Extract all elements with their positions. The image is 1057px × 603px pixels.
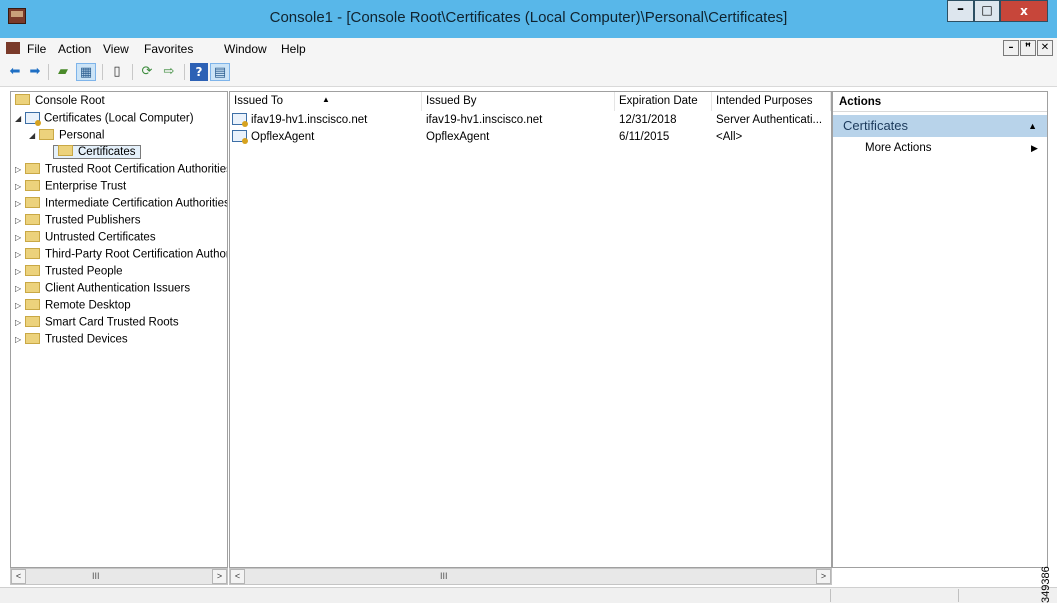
folder-icon — [25, 333, 40, 344]
tree-item-store[interactable]: ▷Third-Party Root Certification Authorit… — [15, 246, 227, 263]
more-actions-link[interactable]: More Actions — [865, 139, 931, 157]
tree-item-store[interactable]: ▷ Client Authentication Issuers — [15, 280, 190, 297]
column-header-issued-by[interactable]: Issued By — [422, 92, 615, 111]
expand-arrow-icon[interactable]: ▷ — [15, 229, 25, 246]
expand-arrow-icon[interactable]: ▷ — [15, 195, 25, 212]
export-list-icon[interactable]: ⇨ — [160, 63, 178, 81]
status-separator — [958, 589, 959, 602]
menu-help[interactable]: Help — [281, 38, 306, 60]
toolbar-separator — [184, 64, 185, 80]
show-hide-console-tree-icon[interactable]: ▦ — [76, 63, 96, 81]
copy-icon[interactable]: ▯ — [108, 63, 126, 81]
toolbar — [0, 60, 1057, 87]
tree-item-store[interactable]: ▷ Enterprise Trust — [15, 178, 126, 195]
maximize-button[interactable]: □ — [974, 0, 1000, 22]
expand-arrow-icon[interactable]: ▷ — [15, 331, 25, 348]
minimize-button[interactable]: – — [947, 0, 974, 22]
actions-pane: Actions Certificates ▲ More Actions ▶ — [832, 91, 1048, 568]
scroll-right-button[interactable]: > — [816, 569, 831, 584]
tree-item-personal[interactable]: ◢ Personal — [29, 127, 104, 144]
column-header-intended-purposes[interactable]: Intended Purposes — [712, 92, 831, 111]
back-arrow-icon[interactable]: ⬅ — [6, 63, 24, 81]
folder-icon — [25, 214, 40, 225]
console-tree-pane[interactable]: Console Root ◢ Certificates (Local Comput… — [10, 91, 228, 568]
status-separator — [830, 589, 831, 602]
folder-icon — [25, 282, 40, 293]
scroll-left-button[interactable]: < — [230, 569, 245, 584]
menu-file[interactable]: File — [27, 38, 46, 60]
list-horizontal-scrollbar[interactable] — [229, 568, 832, 585]
toolbar-separator — [102, 64, 103, 80]
forward-arrow-icon[interactable]: ➡ — [26, 63, 44, 81]
submenu-arrow-icon[interactable]: ▶ — [1031, 139, 1038, 157]
certificate-icon — [232, 112, 248, 127]
menu-window[interactable]: Window — [224, 38, 267, 60]
column-header-expiration-date[interactable]: Expiration Date — [615, 92, 712, 111]
actions-header: Actions — [833, 92, 1047, 112]
toolbar-separator — [132, 64, 133, 80]
scroll-thumb-grip[interactable]: III — [92, 568, 100, 585]
menu-favorites[interactable]: Favorites — [144, 38, 193, 60]
certificate-icon — [232, 129, 248, 144]
expand-arrow-icon[interactable]: ▷ — [15, 263, 25, 280]
folder-icon — [25, 163, 40, 174]
menu-action[interactable]: Action — [58, 38, 91, 60]
help-icon[interactable]: ? — [190, 63, 208, 81]
tree-item-certificates[interactable]: Certificates — [53, 144, 141, 161]
folder-icon — [25, 316, 40, 327]
certificate-list-pane[interactable]: Issued To ▲ Issued By Expiration Date In… — [229, 91, 832, 568]
expand-arrow-icon[interactable]: ▷ — [15, 178, 25, 195]
tree-item-certificates-local-computer[interactable]: ◢ Certificates (Local Computer) — [15, 110, 194, 127]
tree-item-store[interactable]: ▷ Untrusted Certificates — [15, 229, 156, 246]
actions-section-certificates[interactable]: Certificates ▲ — [833, 115, 1047, 137]
menu-view[interactable]: View — [103, 38, 129, 60]
tree-horizontal-scrollbar[interactable] — [10, 568, 228, 585]
tree-item-console-root[interactable]: Console Root — [15, 93, 105, 110]
folder-icon — [25, 248, 40, 259]
collapse-up-icon[interactable]: ▲ — [1028, 115, 1037, 137]
mdi-restore-button[interactable]: ꟸ — [1020, 40, 1036, 56]
collapse-arrow-icon[interactable]: ◢ — [29, 127, 39, 144]
tree-item-store[interactable]: ▷ Smart Card Trusted Roots — [15, 314, 179, 331]
expand-arrow-icon[interactable]: ▷ — [15, 297, 25, 314]
scroll-right-button[interactable]: > — [212, 569, 227, 584]
tree-item-store[interactable]: ▷ Remote Desktop — [15, 297, 131, 314]
expand-arrow-icon[interactable]: ▷ — [15, 280, 25, 297]
folder-icon — [25, 231, 40, 242]
tree-item-store[interactable]: ▷ Trusted Devices — [15, 331, 128, 348]
column-header-issued-to[interactable]: Issued To ▲ — [230, 92, 422, 111]
folder-icon — [25, 180, 40, 191]
tree-item-store[interactable]: ▷ Trusted Root Certification Authorities — [15, 161, 227, 178]
certificate-snapin-icon — [25, 111, 41, 126]
folder-icon — [25, 299, 40, 310]
expand-arrow-icon[interactable]: ▷ — [15, 212, 25, 229]
window-title: Console1 - [Console Root\Certificates (L… — [269, 9, 788, 26]
folder-icon — [58, 145, 73, 157]
tree-item-store[interactable]: ▷ Intermediate Certification Authorities — [15, 195, 227, 212]
expand-arrow-icon[interactable]: ▷ — [15, 246, 25, 263]
sort-ascending-icon: ▲ — [322, 95, 330, 104]
folder-icon — [15, 94, 30, 106]
mdi-close-button[interactable]: ✕ — [1037, 40, 1053, 56]
folder-icon — [25, 197, 40, 208]
up-one-level-icon[interactable]: ▰ — [54, 63, 72, 81]
console-menu-icon[interactable] — [6, 42, 20, 54]
collapse-arrow-icon[interactable]: ◢ — [15, 110, 25, 127]
close-button[interactable]: x — [1000, 0, 1048, 22]
refresh-icon[interactable]: ⟳ — [138, 63, 156, 81]
toolbar-separator — [48, 64, 49, 80]
folder-icon — [25, 265, 40, 276]
scroll-left-button[interactable]: < — [11, 569, 26, 584]
mdi-minimize-button[interactable]: – — [1003, 40, 1019, 56]
expand-arrow-icon[interactable]: ▷ — [15, 314, 25, 331]
tree-item-store[interactable]: ▷ Trusted People — [15, 263, 123, 280]
scroll-thumb-grip[interactable]: III — [440, 568, 448, 585]
show-hide-action-pane-icon[interactable]: ▤ — [210, 63, 230, 81]
status-bar — [0, 587, 1057, 603]
expand-arrow-icon[interactable]: ▷ — [15, 161, 25, 178]
folder-icon — [39, 129, 54, 140]
figure-id-label: 349386 — [1040, 566, 1052, 603]
tree-item-store[interactable]: ▷ Trusted Publishers — [15, 212, 140, 229]
